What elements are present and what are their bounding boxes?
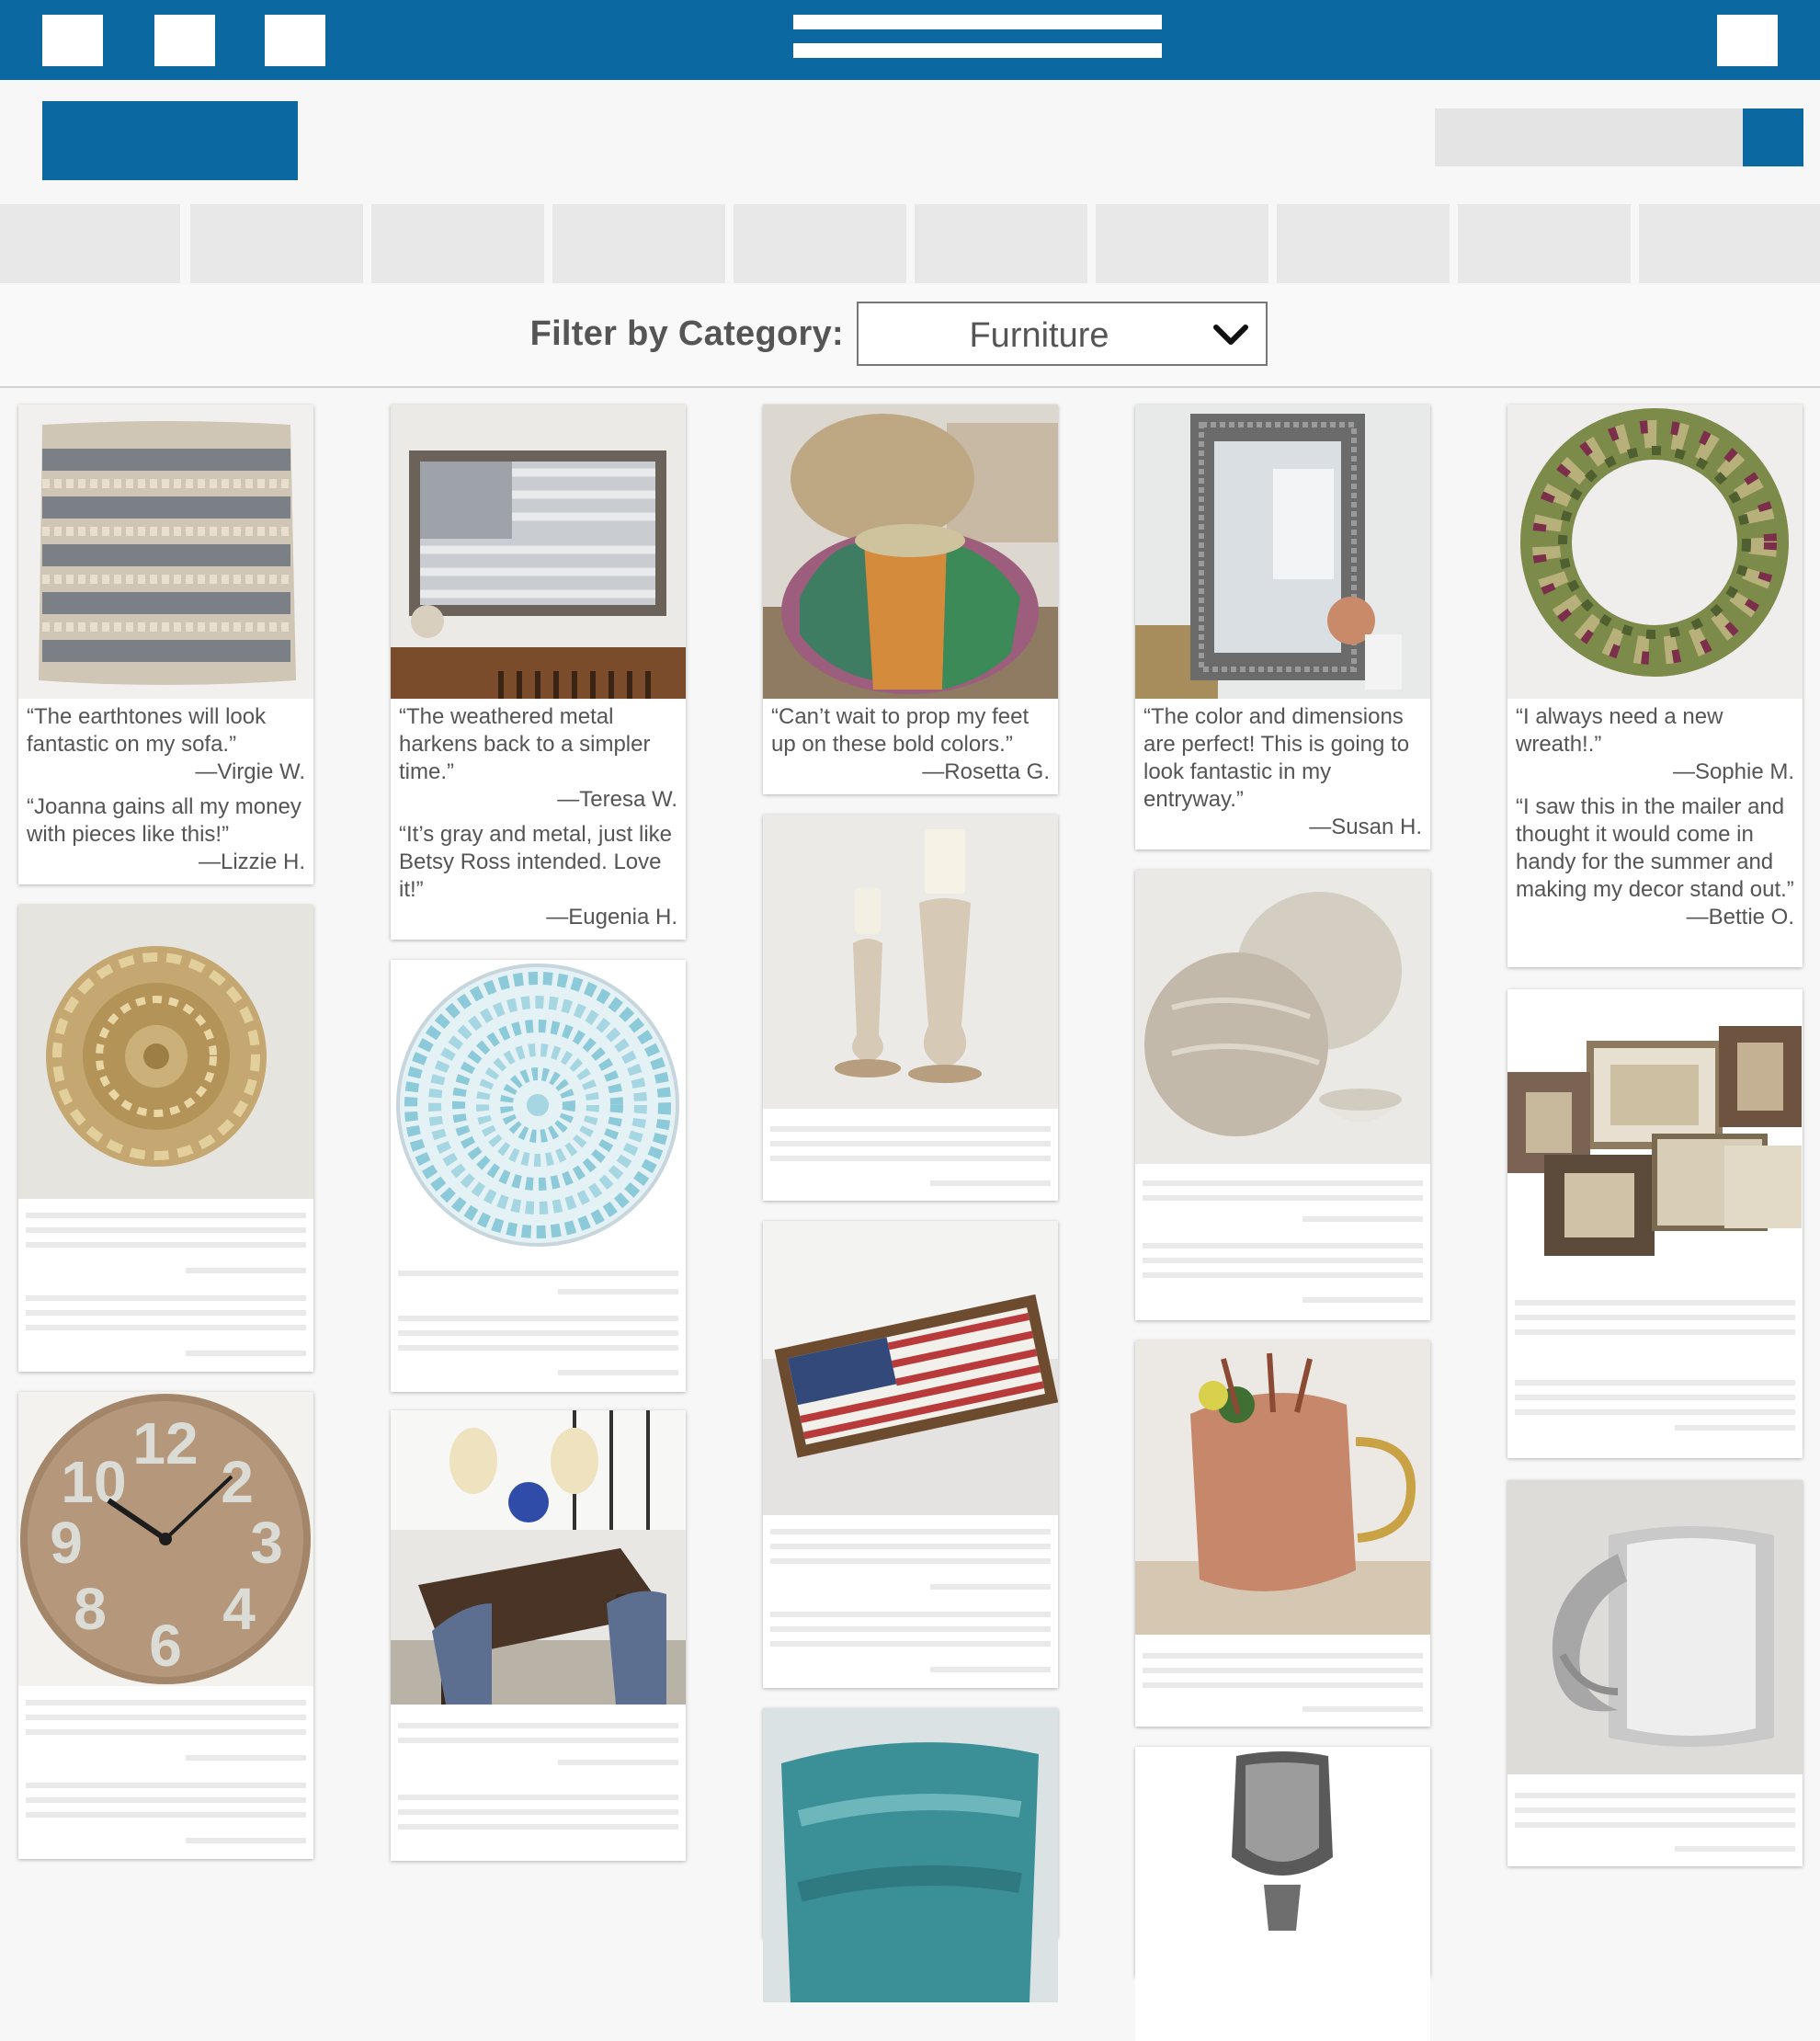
menu-line: [793, 43, 1162, 58]
review-author: —Lizzie H.: [198, 849, 305, 874]
review-author: —Susan H.: [1309, 815, 1422, 839]
nav-tab[interactable]: [1458, 204, 1631, 283]
category-select[interactable]: Furniture: [857, 302, 1268, 366]
toolbar-icon-3[interactable]: [265, 15, 325, 66]
product-card[interactable]: [1507, 989, 1803, 1458]
search-input[interactable]: [1435, 108, 1743, 166]
product-image[interactable]: [763, 815, 1058, 1109]
nav-tab[interactable]: [1277, 204, 1450, 283]
filter-label: Filter by Category:: [529, 314, 844, 353]
product-image[interactable]: [1135, 1747, 1430, 2041]
svg-text:6: 6: [149, 1613, 182, 1679]
svg-text:8: 8: [74, 1576, 107, 1642]
product-card[interactable]: “Can’t wait to prop my feet up on these …: [763, 405, 1058, 794]
menu-line: [793, 15, 1162, 29]
product-image[interactable]: [763, 1708, 1058, 2002]
product-card[interactable]: [391, 960, 686, 1392]
svg-text:3: 3: [250, 1510, 283, 1576]
nav-tab[interactable]: [371, 204, 544, 283]
product-card[interactable]: “The weathered metal harkens back to a s…: [391, 405, 686, 940]
nav-tab[interactable]: [1096, 204, 1268, 283]
review-author: —Teresa W.: [557, 787, 677, 812]
product-image[interactable]: [1507, 989, 1803, 1283]
product-image[interactable]: [391, 960, 686, 1254]
review-list: “Can’t wait to prop my feet up on these …: [771, 703, 1050, 793]
product-image[interactable]: [1135, 1340, 1430, 1635]
product-card[interactable]: “The earthtones will look fantastic on m…: [18, 405, 313, 884]
nav-tab[interactable]: [190, 204, 363, 283]
review-author: —Virgie W.: [195, 759, 305, 784]
product-image[interactable]: 12 2 3 4 6 8 9 10: [18, 1392, 313, 1686]
review-list: “I always need a new wreath!.” —Sophie M…: [1516, 703, 1794, 939]
product-image[interactable]: [1135, 870, 1430, 1164]
product-card[interactable]: 12 2 3 4 6 8 9 10: [18, 1392, 313, 1859]
category-select-value: Furniture: [969, 316, 1109, 355]
product-card[interactable]: [391, 1410, 686, 1861]
product-card[interactable]: [1135, 870, 1430, 1320]
nav-tab[interactable]: [0, 204, 180, 283]
product-image[interactable]: [1507, 1480, 1803, 1774]
review-quote: “The weathered metal harkens back to a s…: [399, 704, 651, 784]
svg-text:4: 4: [222, 1576, 256, 1642]
product-card[interactable]: [1135, 1340, 1430, 1727]
product-image[interactable]: [763, 405, 1058, 699]
product-card[interactable]: [18, 905, 313, 1372]
review-quote: “I always need a new wreath!.”: [1516, 704, 1723, 757]
review-list: “The color and dimensions are perfect! T…: [1143, 703, 1422, 849]
review-quote: “I saw this in the mailer and thought it…: [1516, 794, 1794, 902]
review-author: —Rosetta G.: [922, 759, 1050, 784]
top-bar: [0, 0, 1820, 80]
toolbar-icon-1[interactable]: [42, 15, 103, 66]
svg-text:12: 12: [132, 1410, 198, 1477]
nav-tab[interactable]: [734, 204, 906, 283]
product-image[interactable]: [1507, 405, 1803, 699]
search-button[interactable]: [1743, 108, 1803, 166]
product-card[interactable]: [1507, 1480, 1803, 1866]
product-card[interactable]: [1135, 1747, 1430, 2041]
review-author: —Eugenia H.: [546, 905, 677, 929]
product-image[interactable]: [18, 905, 313, 1199]
review-quote: “The earthtones will look fantastic on m…: [27, 704, 267, 757]
nav-tab[interactable]: [915, 204, 1087, 283]
product-image[interactable]: [1135, 405, 1430, 699]
product-card[interactable]: [763, 815, 1058, 1201]
toolbar-icon-2[interactable]: [154, 15, 215, 66]
product-image[interactable]: [18, 405, 313, 699]
review-quote: “Can’t wait to prop my feet up on these …: [771, 704, 1029, 757]
product-image[interactable]: [763, 1221, 1058, 1515]
site-logo[interactable]: [42, 101, 298, 180]
product-card[interactable]: [763, 1221, 1058, 1688]
product-image[interactable]: [391, 1410, 686, 1705]
account-icon[interactable]: [1717, 15, 1778, 66]
chevron-down-icon: [1213, 325, 1248, 345]
nav-tab[interactable]: [552, 204, 725, 283]
svg-text:9: 9: [50, 1510, 83, 1576]
product-card[interactable]: “I always need a new wreath!.” —Sophie M…: [1507, 405, 1803, 967]
review-author: —Sophie M.: [1672, 759, 1794, 784]
product-card[interactable]: [763, 1708, 1058, 2002]
review-quote: “It’s gray and metal, just like Betsy Ro…: [399, 822, 673, 902]
review-list: “The weathered metal harkens back to a s…: [399, 703, 677, 939]
product-image[interactable]: [391, 405, 686, 699]
product-card[interactable]: “The color and dimensions are perfect! T…: [1135, 405, 1430, 849]
review-author: —Bettie O.: [1686, 905, 1794, 929]
review-list: “The earthtones will look fantastic on m…: [27, 703, 305, 884]
review-quote: “Joanna gains all my money with pieces l…: [27, 794, 301, 847]
nav-tab[interactable]: [1639, 204, 1820, 283]
review-quote: “The color and dimensions are perfect! T…: [1143, 704, 1410, 812]
